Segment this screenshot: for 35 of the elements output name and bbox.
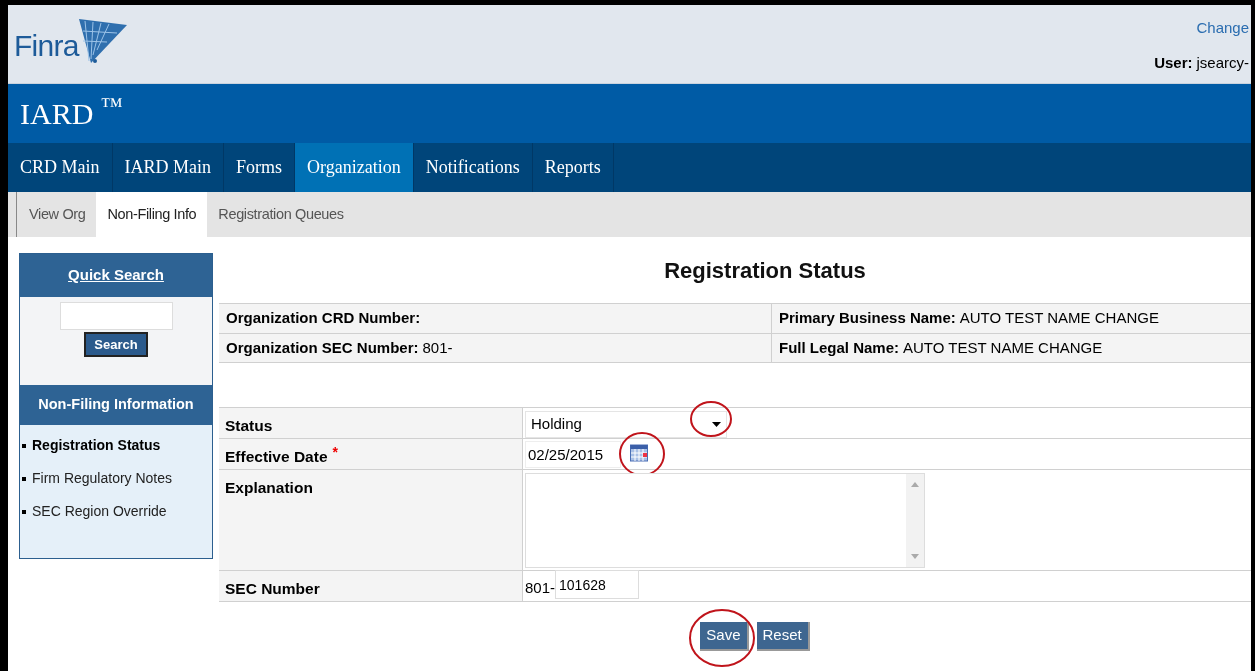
search-button[interactable]: Search	[84, 332, 148, 357]
search-field[interactable]	[59, 302, 173, 330]
section-title: Non-Filing Information	[38, 395, 194, 415]
nav-tab[interactable]: Organization	[295, 143, 414, 192]
caret-icon	[712, 422, 721, 427]
user-label: User:	[1154, 52, 1193, 73]
sidebar-link[interactable]: Firm Regulatory Notes	[22, 468, 212, 489]
info-cell-text: Primary Business Name: AUTO TEST NAME CHANGE	[778, 308, 1160, 329]
field-label: SEC Number	[225, 579, 320, 599]
calendar-icon[interactable]	[630, 443, 648, 462]
app-title: IARD $^{™}$	[20, 91, 123, 132]
field-label: Status	[225, 416, 273, 436]
explanation-field[interactable]	[525, 473, 925, 568]
info-cell: Organization CRD Number:	[219, 304, 772, 333]
logo-text: Finra	[14, 31, 79, 64]
user-name: jsearcy-	[1196, 52, 1249, 73]
sidebar-link[interactable]: Registration Status	[22, 435, 212, 456]
sec-number-field[interactable]: 101628	[555, 570, 640, 599]
required-mark: *	[332, 445, 338, 459]
page-title: Registration Status	[664, 256, 866, 285]
scroll-up-icon[interactable]	[911, 482, 919, 487]
reset-button[interactable]: Reset	[756, 622, 810, 651]
change-link[interactable]: Change	[1196, 17, 1249, 40]
logo-icon	[78, 17, 129, 65]
status-dropdown[interactable]: Holding	[525, 411, 727, 438]
info-cell-text: Full Legal Name: AUTO TEST NAME CHANGE	[778, 337, 1104, 358]
info-cell: Organization SEC Number: 801-	[219, 334, 772, 362]
save-button[interactable]: Save	[700, 622, 749, 651]
sec-prefix: 801-	[525, 577, 556, 598]
subnav-tab[interactable]: Non-Filing Info	[96, 192, 208, 237]
field-label: Effective Date	[225, 447, 328, 467]
sidebar-link[interactable]: SEC Region Override	[22, 501, 212, 522]
field-label: Explanation	[225, 478, 313, 498]
date-field[interactable]: 02/25/2015	[525, 441, 621, 468]
scroll-down-icon[interactable]	[911, 554, 919, 559]
